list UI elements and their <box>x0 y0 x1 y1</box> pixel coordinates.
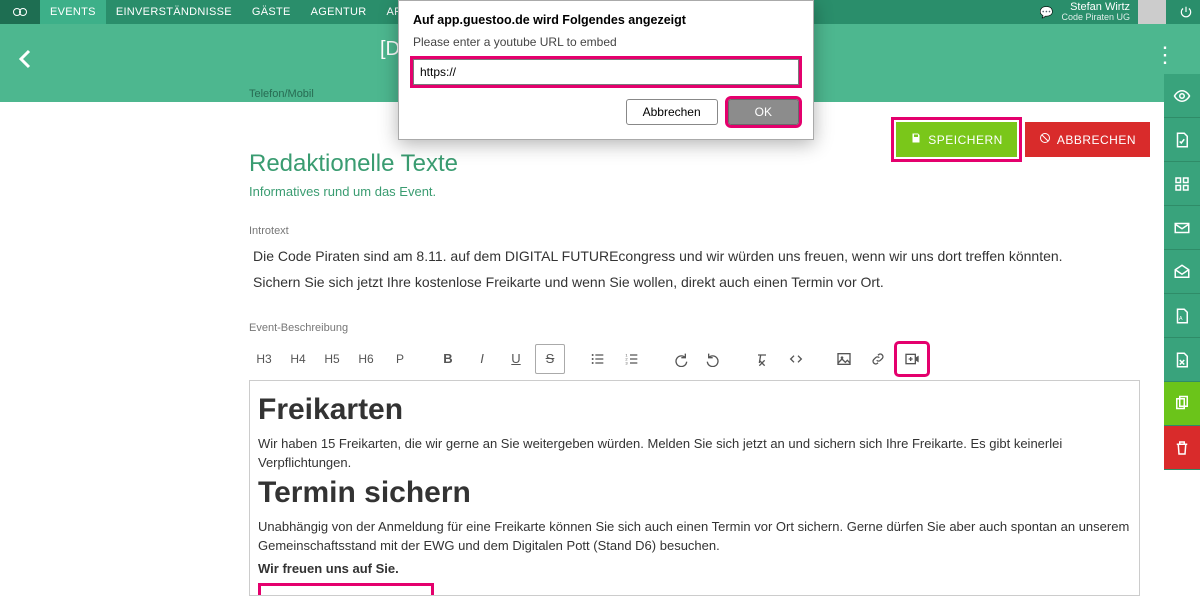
video-embed-icon[interactable] <box>897 344 927 374</box>
section-subtitle: Informatives rund um das Event. <box>249 184 1140 199</box>
editor-toolbar: H3 H4 H5 H6 P B I U S 123 <box>249 340 1140 381</box>
content-area: Redaktionelle Texte Informatives rund um… <box>249 120 1140 596</box>
bold-icon[interactable]: B <box>433 344 463 374</box>
description-label: Event-Beschreibung <box>249 322 1140 334</box>
mail-icon[interactable] <box>1164 206 1200 250</box>
introtext-area[interactable]: Die Code Piraten sind am 8.11. auf dem D… <box>249 243 1140 296</box>
prompt-dialog: Auf app.guestoo.de wird Folgendes angeze… <box>398 0 814 140</box>
youtube-url-input[interactable] <box>413 59 799 85</box>
link-icon[interactable] <box>863 344 893 374</box>
underline-icon[interactable]: U <box>501 344 531 374</box>
editor-p1: Wir haben 15 Freikarten, die wir gerne a… <box>258 435 1131 473</box>
telefon-label: Telefon/Mobil <box>249 88 314 100</box>
file-pdf-icon[interactable]: A <box>1164 294 1200 338</box>
intro-line-2: Sichern Sie sich jetzt Ihre kostenlose F… <box>249 269 1140 295</box>
user-menu[interactable]: 💬 Stefan Wirtz Code Piraten UG <box>1040 0 1172 27</box>
intro-line-1: Die Code Piraten sind am 8.11. auf dem D… <box>249 243 1140 269</box>
description-editor[interactable]: Freikarten Wir haben 15 Freikarten, die … <box>249 381 1140 596</box>
nav-einverstaendnisse[interactable]: EINVERSTÄNDNISSE <box>106 0 242 24</box>
editor-cursor-block[interactable] <box>258 583 434 596</box>
editor-p3: Wir freuen uns auf Sie. <box>258 560 1131 579</box>
ul-icon[interactable] <box>583 344 613 374</box>
grid-icon[interactable] <box>1164 162 1200 206</box>
ol-icon[interactable]: 123 <box>617 344 647 374</box>
trash-icon[interactable] <box>1164 426 1200 470</box>
editor-p2: Unabhängig von der Anmeldung für eine Fr… <box>258 518 1131 556</box>
copy-icon[interactable] <box>1164 382 1200 426</box>
undo-icon[interactable] <box>699 344 729 374</box>
heading-h5[interactable]: H5 <box>317 344 347 374</box>
header-more-menu[interactable]: ⋮ <box>1154 52 1176 57</box>
file-image-icon[interactable] <box>1164 118 1200 162</box>
paragraph-p[interactable]: P <box>385 344 415 374</box>
svg-text:3: 3 <box>625 360 628 365</box>
clear-format-icon[interactable] <box>747 344 777 374</box>
italic-icon[interactable]: I <box>467 344 497 374</box>
redo-icon[interactable] <box>665 344 695 374</box>
image-icon[interactable] <box>829 344 859 374</box>
user-name-block: Stefan Wirtz Code Piraten UG <box>1061 1 1130 23</box>
dialog-message: Please enter a youtube URL to embed <box>399 31 813 55</box>
editor-h1-freikarten: Freikarten <box>258 393 1131 427</box>
heading-h3[interactable]: H3 <box>249 344 279 374</box>
nav-gaeste[interactable]: GÄSTE <box>242 0 301 24</box>
dialog-ok-button[interactable]: OK <box>728 99 799 125</box>
file-x-icon[interactable] <box>1164 338 1200 382</box>
nav-events[interactable]: EVENTS <box>40 0 106 24</box>
strike-icon[interactable]: S <box>535 344 565 374</box>
user-org: Code Piraten UG <box>1061 13 1130 23</box>
svg-text:A: A <box>1179 315 1183 321</box>
avatar[interactable] <box>1138 0 1166 27</box>
section-title: Redaktionelle Texte <box>249 150 1140 178</box>
app-logo[interactable] <box>0 0 40 24</box>
editor-h1-termin: Termin sichern <box>258 476 1131 510</box>
introtext-label: Introtext <box>249 225 1140 237</box>
dialog-title: Auf app.guestoo.de wird Folgendes angeze… <box>399 1 813 31</box>
heading-h4[interactable]: H4 <box>283 344 313 374</box>
right-sidebar: A <box>1164 74 1200 470</box>
logout-button[interactable] <box>1172 0 1200 24</box>
dialog-cancel-button[interactable]: Abbrechen <box>626 99 718 125</box>
eye-icon[interactable] <box>1164 74 1200 118</box>
top-nav: EVENTS EINVERSTÄNDNISSE GÄSTE AGENTUR AP… <box>40 0 448 24</box>
code-icon[interactable] <box>781 344 811 374</box>
chat-icon: 💬 <box>1040 6 1054 19</box>
heading-h6[interactable]: H6 <box>351 344 381 374</box>
mail-open-icon[interactable] <box>1164 250 1200 294</box>
back-button[interactable] <box>14 46 38 78</box>
nav-agentur[interactable]: AGENTUR <box>301 0 377 24</box>
